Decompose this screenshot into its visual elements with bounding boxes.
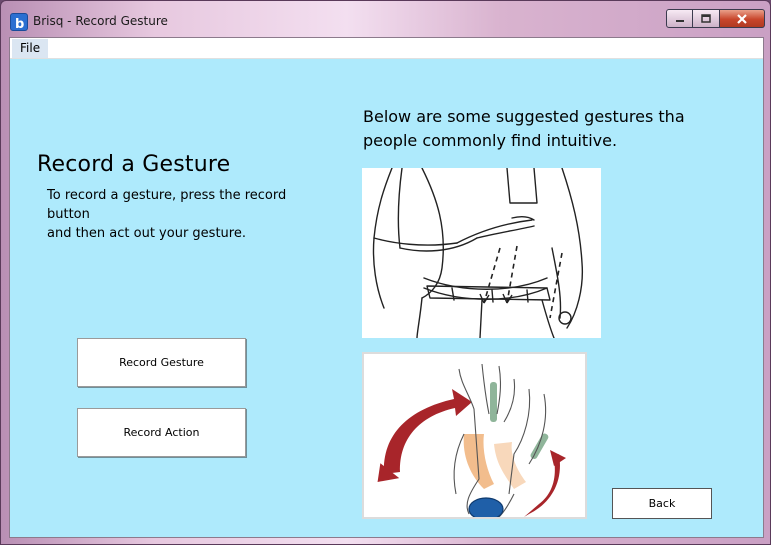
window-title: Brisq - Record Gesture: [33, 14, 168, 28]
menu-bar: File: [10, 38, 763, 59]
maximize-button[interactable]: [693, 9, 720, 28]
record-gesture-panel: Record a Gesture To record a gesture, pr…: [10, 59, 763, 537]
suggestions-line-2: people commonly find intuitive.: [363, 131, 618, 150]
close-icon: [737, 13, 747, 24]
gesture-image-hand-rotation: [362, 352, 587, 519]
gesture-image-torso-swipe: [362, 168, 601, 338]
record-action-button[interactable]: Record Action: [77, 408, 246, 457]
client-area: File Record a Gesture To record a gestur…: [9, 37, 764, 538]
title-bar[interactable]: b Brisq - Record Gesture: [1, 1, 770, 37]
close-button[interactable]: [720, 9, 765, 28]
caption-buttons: [666, 9, 765, 28]
instructions-line-1: To record a gesture, press the record: [47, 188, 287, 203]
instructions-text: To record a gesture, press the record bu…: [47, 186, 307, 243]
page-title: Record a Gesture: [37, 152, 231, 177]
brisq-app-icon: b: [10, 13, 28, 32]
record-gesture-button[interactable]: Record Gesture: [77, 338, 246, 387]
minimize-icon: [675, 19, 684, 22]
back-button[interactable]: Back: [612, 488, 712, 519]
svg-text:b: b: [15, 17, 24, 32]
menu-file[interactable]: File: [12, 39, 49, 58]
app-window: b Brisq - Record Gesture File Record a G…: [0, 0, 771, 545]
instructions-line-2: button: [47, 207, 90, 222]
suggestions-line-1: Below are some suggested gestures tha: [363, 107, 685, 126]
instructions-line-3: and then act out your gesture.: [47, 226, 246, 241]
maximize-icon: [701, 14, 711, 23]
suggestions-text: Below are some suggested gestures tha pe…: [363, 105, 723, 153]
minimize-button[interactable]: [666, 9, 693, 28]
